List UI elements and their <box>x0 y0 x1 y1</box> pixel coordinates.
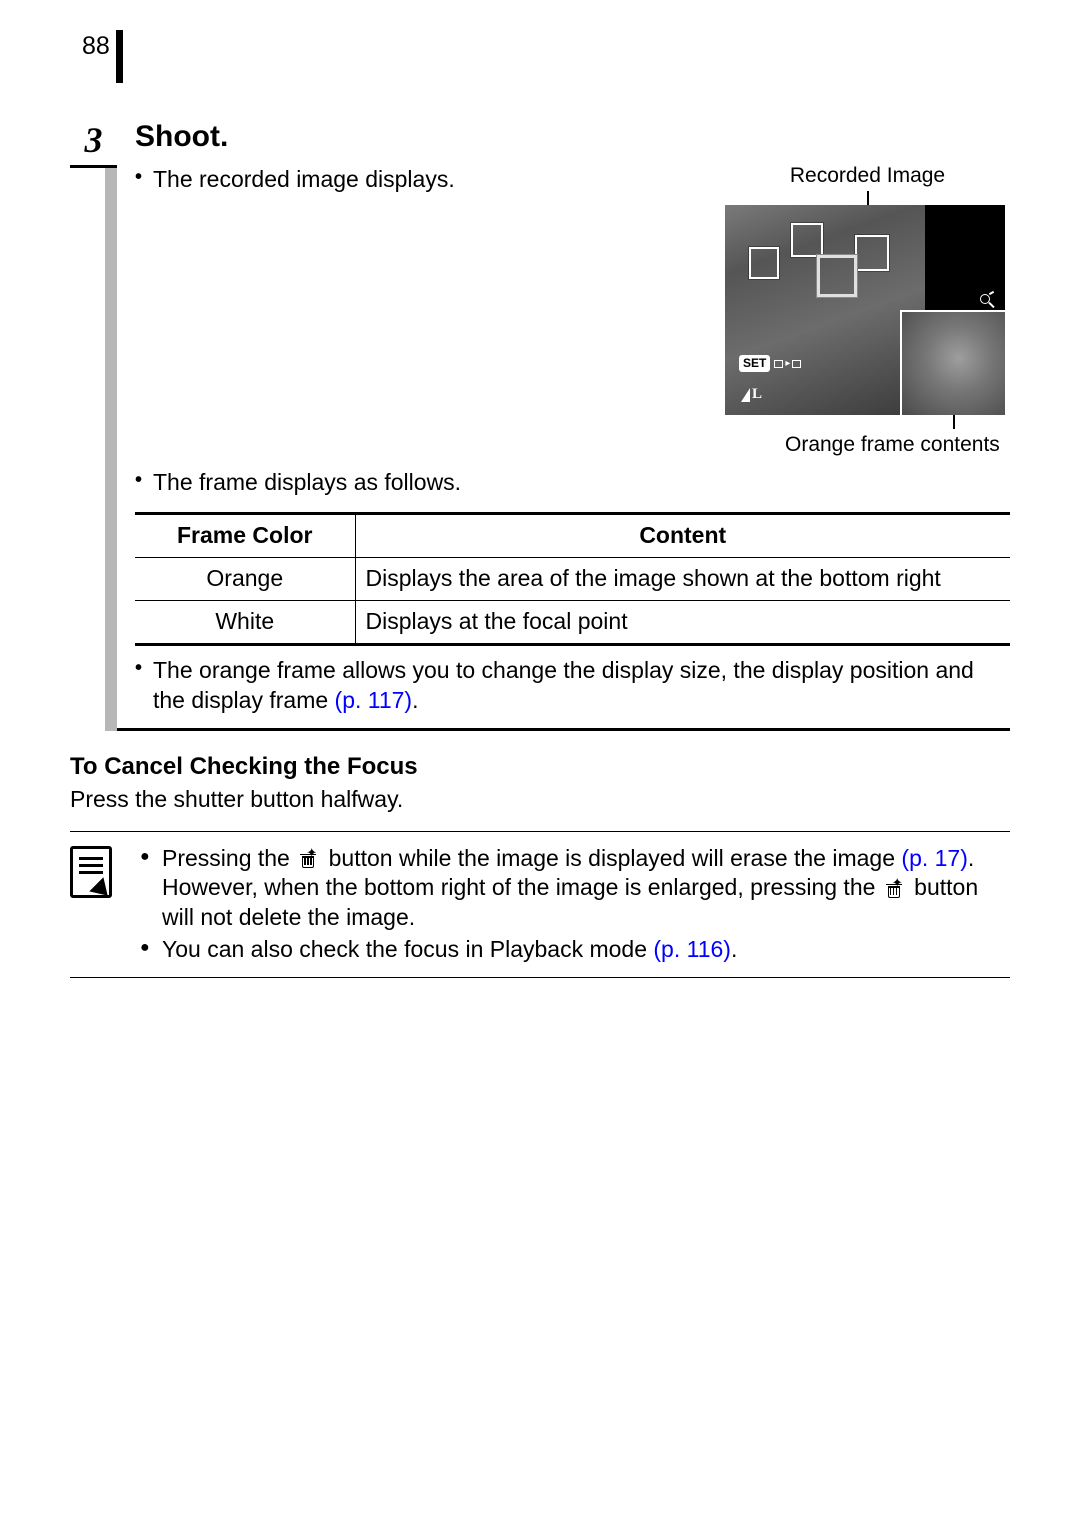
note-item: ● You can also check the focus in Playba… <box>140 935 1010 965</box>
bullet-recorded-image: • The recorded image displays. <box>135 165 705 195</box>
frame-color-table: Frame Color Content Orange Displays the … <box>135 512 1010 646</box>
erase-icon: ✦ <box>884 878 906 900</box>
table-head-content: Content <box>355 513 1010 557</box>
erase-icon: ✦ <box>298 848 320 870</box>
note-item: ● Pressing the ✦ button while the image … <box>140 844 1010 934</box>
step-sidebar <box>105 168 117 731</box>
page-number: 88 <box>70 30 123 83</box>
page-ref-link[interactable]: (p. 17) <box>901 845 967 871</box>
step-number: 3 <box>70 117 117 169</box>
magnify-icon <box>979 293 997 311</box>
focus-frame-white <box>855 235 889 271</box>
page-ref-link[interactable]: (p. 117) <box>335 687 413 713</box>
table-row: Orange Displays the area of the image sh… <box>135 557 1010 600</box>
bullet-frame-displays: • The frame displays as follows. <box>135 468 1010 498</box>
callout-line <box>953 415 955 429</box>
cancel-heading: To Cancel Checking the Focus <box>70 751 1010 782</box>
cancel-body: Press the shutter button halfway. <box>70 785 1010 815</box>
callout-recorded-image: Recorded Image <box>725 162 1010 189</box>
set-indicator: SET ▸ <box>739 355 801 373</box>
focus-frame-white <box>791 223 823 257</box>
focus-frame-orange <box>817 255 857 297</box>
table-row: White Displays at the focal point <box>135 600 1010 644</box>
zoom-inset <box>900 310 1005 415</box>
page-header: 88 <box>70 30 1010 83</box>
page-ref-link[interactable]: (p. 116) <box>653 936 731 962</box>
step-3: 3 Shoot. • The recorded image displays. … <box>70 117 1010 732</box>
note-block: ● Pressing the ✦ button while the image … <box>70 831 1010 979</box>
table-head-color: Frame Color <box>135 513 355 557</box>
callout-orange-frame: Orange frame contents <box>725 431 1010 458</box>
step-title: Shoot. <box>135 117 1010 156</box>
camera-preview: SET ▸ L <box>725 205 1005 415</box>
callout-line <box>867 191 869 205</box>
focus-frame-white <box>749 247 779 279</box>
note-icon <box>70 846 112 898</box>
quality-indicator: L <box>741 385 762 405</box>
bullet-orange-frame-note: • The orange frame allows you to change … <box>135 656 1010 716</box>
